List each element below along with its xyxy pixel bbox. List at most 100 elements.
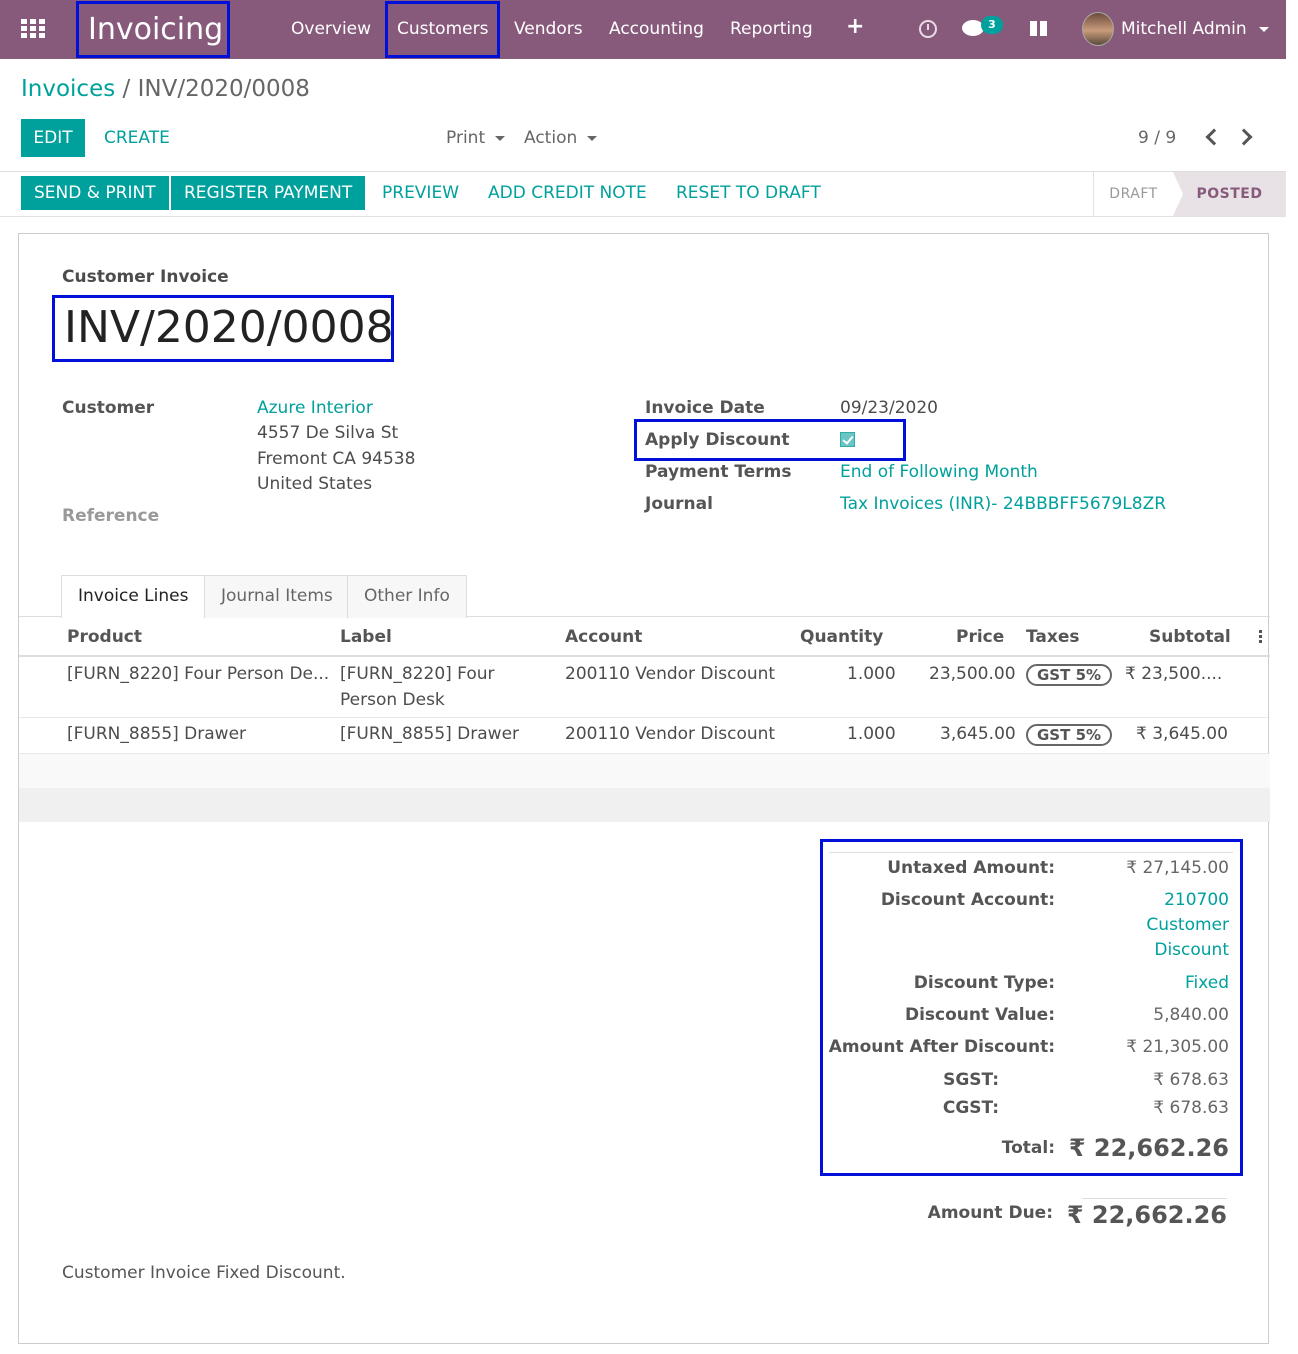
top-navbar: Invoicing Overview Customers Vendors Acc… [0,0,1286,59]
table-row[interactable]: [FURN_8220] Four Person De... [FURN_8220… [19,659,1270,718]
register-payment-button[interactable]: REGISTER PAYMENT [171,176,366,210]
address-line: Fremont CA 94538 [257,449,416,469]
stage-draft[interactable]: DRAFT [1093,172,1173,216]
column-header-taxes[interactable]: Taxes [1026,617,1080,657]
product-cell: [FURN_8855] Drawer [67,724,247,744]
column-header-price[interactable]: Price [956,617,1004,657]
table-footer [19,788,1270,822]
gift-icon[interactable] [1030,21,1047,36]
invoice-name-highlight: INV/2020/0008 [52,295,394,362]
label-cell: [FURN_8220] Four [340,664,495,684]
discount-type-value: Fixed [1184,973,1229,993]
account-cell: 200110 Vendor Discount [565,724,776,744]
divider [829,852,1233,853]
discount-account-link[interactable]: Discount [1154,940,1229,960]
subtotal-cell: ₹ 3,645.00 [1136,724,1228,744]
discount-value: 5,840.00 [1153,1005,1229,1025]
after-discount-label: Amount After Discount: [828,1037,1055,1057]
document-type: Customer Invoice [62,267,229,287]
clock-icon[interactable] [919,20,937,38]
user-name: Mitchell Admin [1121,19,1247,39]
invoice-date-label: Invoice Date [645,398,765,418]
action-label: Action [524,128,578,148]
user-menu[interactable]: Mitchell Admin [1121,0,1269,59]
discount-value-label: Discount Value: [904,1005,1055,1025]
edit-button[interactable]: EDIT [21,119,85,157]
tab-other-info[interactable]: Other Info [347,575,467,618]
breadcrumb-invoices[interactable]: Invoices [21,76,115,102]
notebook-tabs: Invoice Lines Journal Items Other Info [19,575,1270,618]
address-line: 4557 De Silva St [257,423,399,443]
untaxed-value: ₹ 27,145.00 [1126,858,1229,878]
menu-accounting[interactable]: Accounting [609,0,704,59]
label-cell: Person Desk [340,690,445,710]
untaxed-label: Untaxed Amount: [887,858,1055,878]
quantity-cell: 1.000 [847,664,896,684]
product-cell: [FURN_8220] Four Person De... [67,664,330,684]
table-row[interactable]: [FURN_8855] Drawer [FURN_8855] Drawer 20… [19,718,1270,754]
price-cell: 23,500.00 [929,664,1016,684]
form-sheet: Customer Invoice INV/2020/0008 Customer … [18,233,1270,1344]
preview-button[interactable]: PREVIEW [382,176,459,210]
reset-to-draft-button[interactable]: RESET TO DRAFT [676,176,821,210]
discount-account-label: Discount Account: [880,890,1055,910]
caret-down-icon [587,135,598,141]
column-header-product[interactable]: Product [67,617,142,657]
menu-reporting[interactable]: Reporting [730,0,813,59]
sgst-value: ₹ 678.63 [1153,1070,1229,1090]
column-header-subtotal[interactable]: Subtotal [1149,617,1231,657]
invoice-note: Customer Invoice Fixed Discount. [62,1263,346,1283]
plus-icon[interactable]: + [846,14,864,39]
add-credit-note-button[interactable]: ADD CREDIT NOTE [488,176,647,210]
payment-terms-label: Payment Terms [645,462,792,482]
discount-type-label: Discount Type: [913,973,1055,993]
stage-posted[interactable]: POSTED [1173,172,1286,216]
app-title[interactable]: Invoicing [76,1,230,58]
next-record-icon[interactable] [1235,128,1253,146]
menu-customers[interactable]: Customers [385,1,501,58]
caret-down-icon [1258,26,1269,32]
action-dropdown[interactable]: Action [524,119,598,157]
tax-badge: GST 5% [1026,664,1113,686]
customer-label: Customer [62,398,155,418]
tab-journal-items[interactable]: Journal Items [204,575,350,618]
journal-link[interactable]: Tax Invoices (INR)- 24BBBFF5679L8ZR [840,494,1166,514]
pager-value[interactable]: 9 / 9 [1138,119,1176,157]
discount-account-link[interactable]: Customer [1146,915,1229,935]
after-discount-value: ₹ 21,305.00 [1126,1037,1229,1057]
caret-down-icon [495,135,506,141]
reference-label: Reference [62,506,160,526]
print-label: Print [446,128,486,148]
apps-menu-icon[interactable] [21,19,45,39]
avatar[interactable] [1082,12,1114,46]
send-print-button[interactable]: SEND & PRINT [21,176,169,210]
print-dropdown[interactable]: Print [446,119,506,157]
table-empty-row [19,754,1270,788]
create-button[interactable]: CREATE [104,119,170,157]
message-count-badge: 3 [981,16,1003,34]
discount-account-link[interactable]: 210700 [1164,890,1229,910]
previous-record-icon[interactable] [1205,128,1223,146]
breadcrumb-current: INV/2020/0008 [137,76,310,102]
sgst-label: SGST: [943,1070,999,1090]
tab-invoice-lines[interactable]: Invoice Lines [61,575,206,618]
menu-overview[interactable]: Overview [291,0,371,59]
payment-terms-link[interactable]: End of Following Month [840,462,1038,482]
column-header-quantity[interactable]: Quantity [800,617,883,657]
cgst-value: ₹ 678.63 [1153,1098,1229,1118]
tax-badge: GST 5% [1026,724,1113,746]
column-header-account[interactable]: Account [565,617,642,657]
subtotal-cell: ₹ 23,500.... [1125,664,1223,684]
quantity-cell: 1.000 [847,724,896,744]
column-options-icon[interactable] [1259,630,1262,644]
address-line: United States [257,474,373,494]
account-cell: 200110 Vendor Discount [565,664,776,684]
amount-due-label: Amount Due: [927,1203,1053,1223]
journal-label: Journal [645,494,713,514]
menu-vendors[interactable]: Vendors [514,0,583,59]
totals-highlight: Untaxed Amount: ₹ 27,145.00 Discount Acc… [820,839,1243,1176]
customer-link[interactable]: Azure Interior [257,398,373,418]
apply-discount-checkbox[interactable] [840,432,855,447]
column-header-label[interactable]: Label [340,617,392,657]
invoice-name: INV/2020/0008 [64,302,394,353]
